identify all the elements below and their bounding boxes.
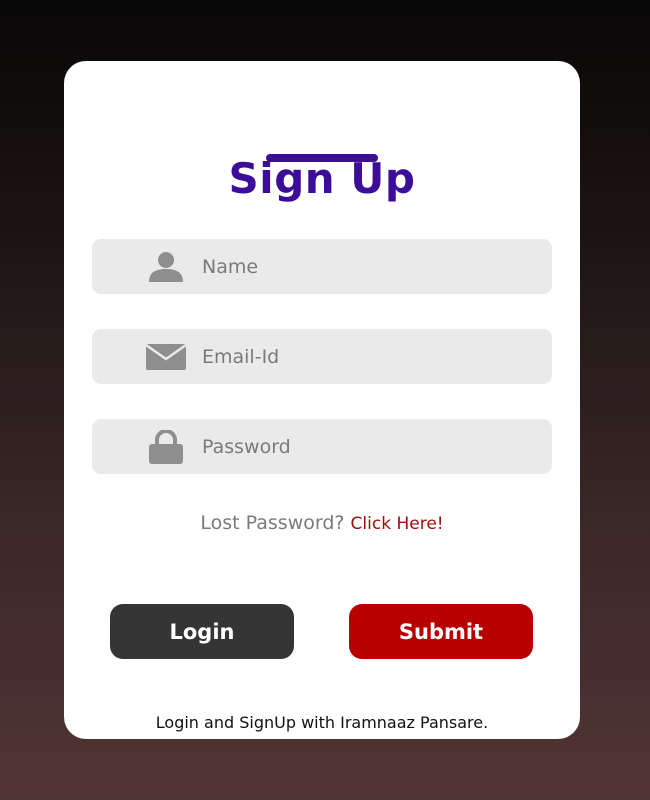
name-input[interactable] — [202, 239, 532, 294]
footer-text: Login and SignUp with Iramnaaz Pansare. — [155, 713, 489, 732]
password-input[interactable] — [202, 419, 532, 474]
title-underline — [266, 154, 378, 162]
click-here-link[interactable]: Click Here! — [351, 514, 444, 534]
lost-password-text: Lost Password? Click Here! — [64, 512, 580, 534]
submit-button[interactable]: Submit — [349, 604, 533, 659]
user-icon — [146, 249, 186, 285]
lock-icon — [146, 429, 186, 465]
signup-card: Sign Up Lost Password? — [64, 61, 580, 739]
login-button[interactable]: Login — [110, 604, 294, 659]
password-field[interactable] — [92, 419, 552, 474]
name-field[interactable] — [92, 239, 552, 294]
lost-password-label: Lost Password? — [200, 512, 345, 534]
envelope-icon — [146, 339, 186, 375]
email-input[interactable] — [202, 329, 532, 384]
email-field[interactable] — [92, 329, 552, 384]
